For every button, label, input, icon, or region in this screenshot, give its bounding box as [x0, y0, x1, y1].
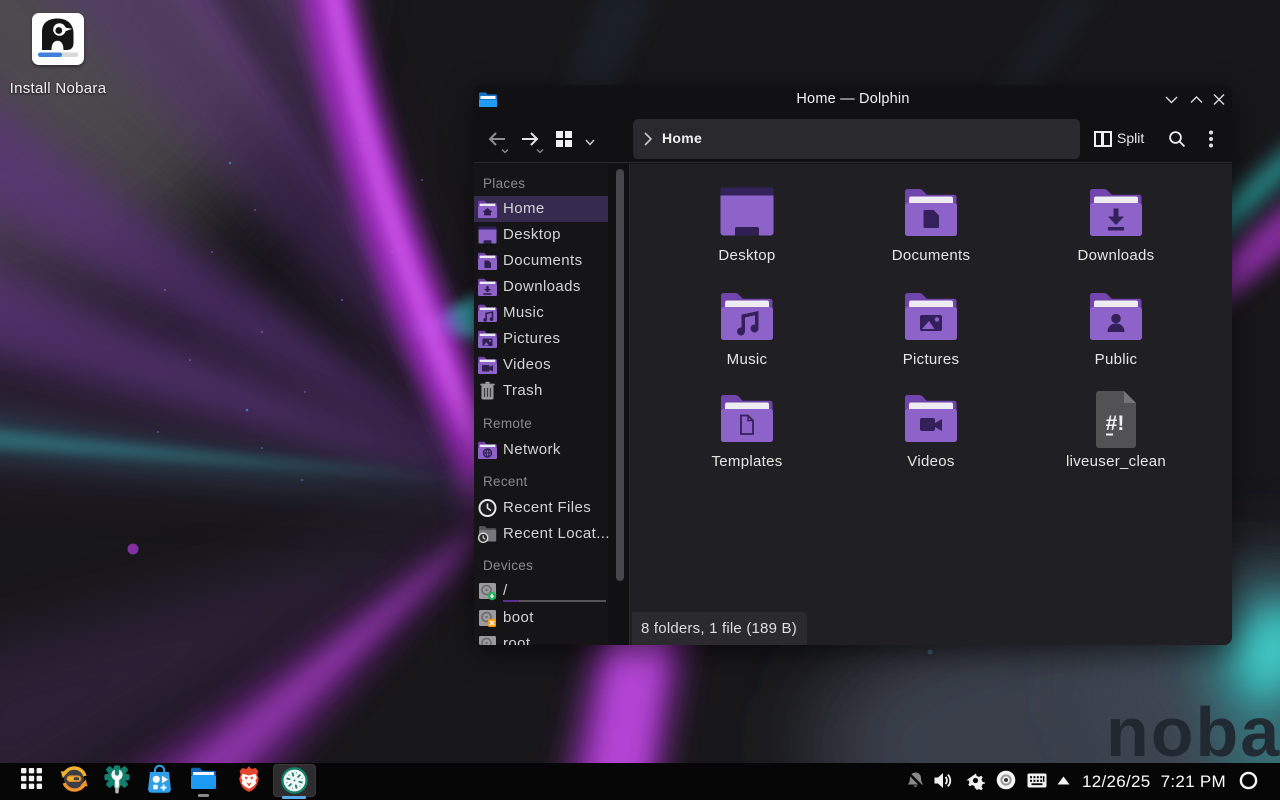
svg-text:nobara: nobara — [1106, 693, 1280, 771]
svg-text:#!: #! — [1106, 412, 1125, 435]
